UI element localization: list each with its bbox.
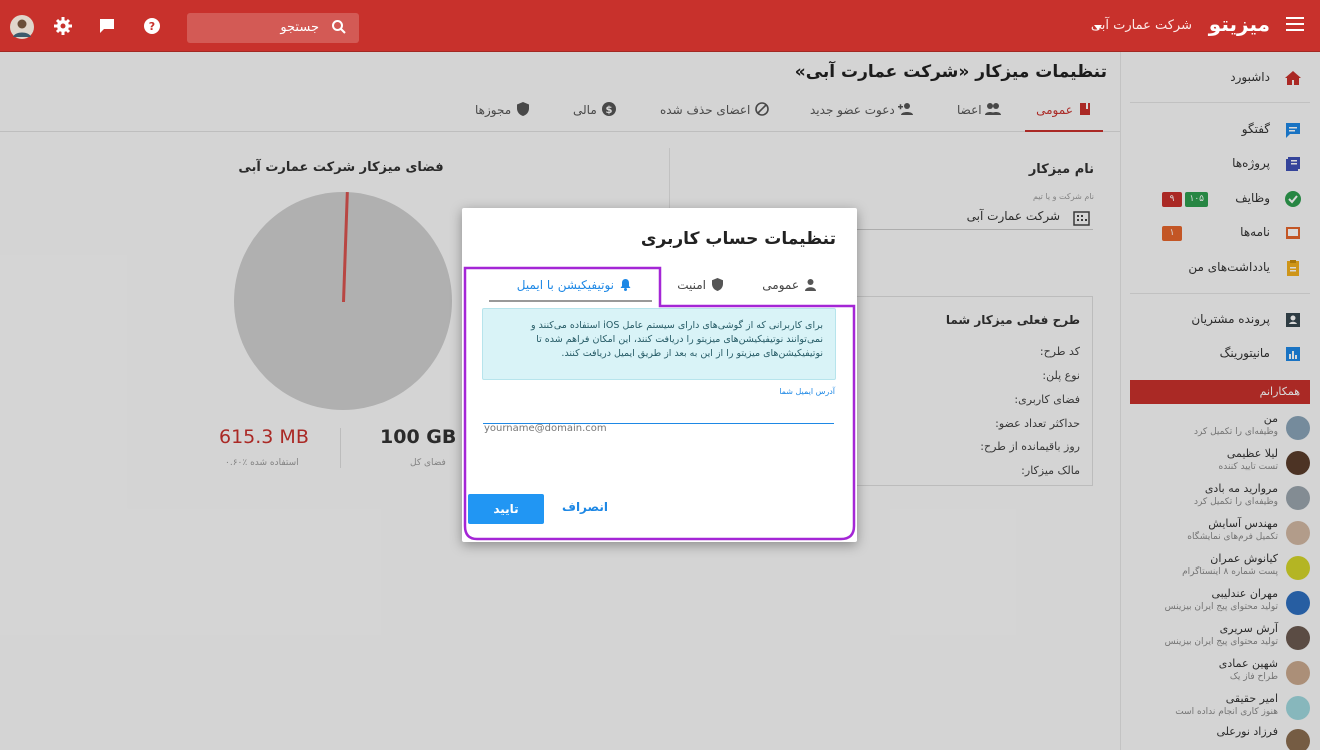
help-icon[interactable]: ?: [142, 16, 162, 36]
dialog-title: تنظیمات حساب کاربری: [640, 229, 836, 249]
gear-icon[interactable]: [53, 16, 73, 36]
svg-text:?: ?: [149, 20, 155, 33]
user-avatar[interactable]: [10, 15, 34, 39]
top-bar: میزیتو شرکت عمارت آبی جستجو ?: [0, 0, 1320, 52]
brand-logo[interactable]: میزیتو: [1209, 12, 1270, 36]
chat-icon[interactable]: [97, 16, 117, 36]
search-icon[interactable]: [331, 19, 347, 38]
search-placeholder[interactable]: جستجو: [280, 20, 319, 35]
search-box[interactable]: جستجو: [187, 13, 359, 43]
company-selector[interactable]: شرکت عمارت آبی: [1091, 18, 1192, 33]
highlight-outline: [463, 266, 856, 541]
chevron-down-icon[interactable]: [1094, 25, 1102, 30]
menu-icon[interactable]: [1286, 17, 1304, 31]
